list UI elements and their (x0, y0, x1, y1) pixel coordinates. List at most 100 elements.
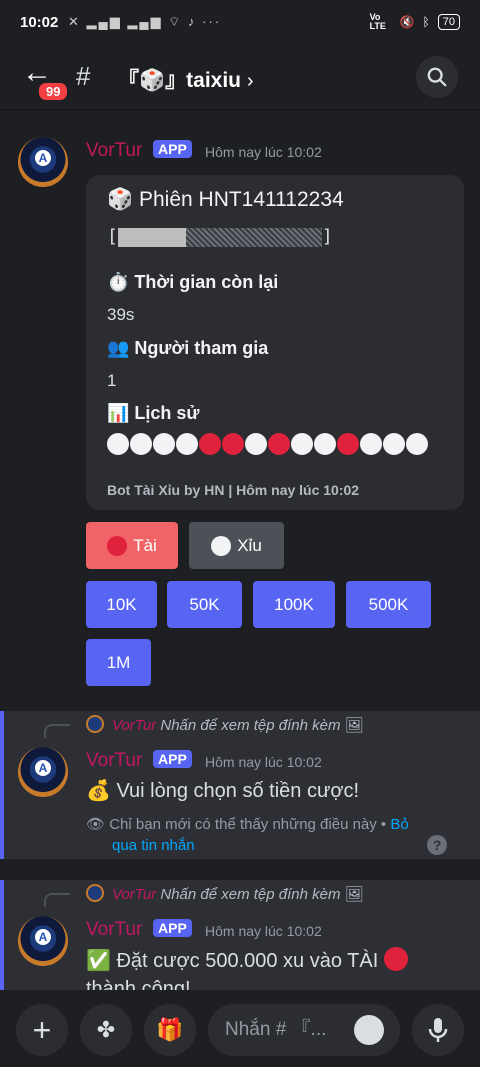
history-dot-white (383, 433, 405, 455)
emoji-icon[interactable] (354, 1015, 384, 1045)
progress-bar: [] (107, 226, 333, 247)
image-icon: 🖼 (344, 717, 364, 734)
history-dot-white (176, 433, 198, 455)
xiu-button[interactable]: Xỉu (189, 522, 284, 569)
reply-text: Nhấn để xem tệp đính kèm (160, 886, 341, 903)
time-label: ⏱️ Thời gian còn lại (107, 272, 279, 292)
eye-icon: 👁 (86, 816, 106, 833)
avatar[interactable]: A (18, 916, 68, 966)
battery-icon: 70 (437, 14, 460, 30)
message-text: 💰 Vui lòng chọn số tiền cược! (86, 780, 360, 802)
channel-name[interactable]: 『🎲』taixiu › (118, 64, 254, 94)
history-dot-red (222, 433, 244, 455)
status-icons: ✕ ▂▄▆ ▂▄▆ ⌔ ♪ ··· (68, 14, 222, 29)
tai-button[interactable]: Tài (86, 522, 178, 569)
avatar[interactable]: A (18, 137, 68, 187)
history-dot-red (199, 433, 221, 455)
reply-preview[interactable]: VorTur Nhấn để xem tệp đính kèm 🖼 (112, 885, 364, 903)
history-dot-white (130, 433, 152, 455)
microphone-icon (428, 1018, 448, 1042)
app-badge: APP (153, 919, 192, 937)
channel-header: ← 99 # 『🎲』taixiu › (0, 46, 480, 110)
highlight-bar (0, 711, 4, 859)
bar-bracket-right: ] (321, 226, 333, 247)
status-bar: 10:02 ✕ ▂▄▆ ▂▄▆ ⌔ ♪ ··· Vo LTE 🔇 ᛒ 70 (0, 0, 480, 46)
history-dot-white (245, 433, 267, 455)
unread-badge: 99 (36, 80, 71, 103)
reply-text: Nhấn để xem tệp đính kèm (160, 717, 341, 734)
app-badge: APP (153, 140, 192, 158)
tai-label: Tài (133, 535, 157, 555)
clock: 10:02 (20, 14, 59, 31)
system-icons: Vo LTE 🔇 ᛒ 70 (370, 13, 460, 31)
reply-connector (44, 724, 70, 738)
history-dot-white (406, 433, 428, 455)
composer-bar: + ✤ 🎁 Nhắn # 『... (0, 990, 480, 1067)
dismiss-link-cont[interactable]: qua tin nhắn (112, 837, 195, 854)
bet-50k-button[interactable]: 50K (167, 581, 242, 628)
reply-connector (44, 893, 70, 907)
timestamp: Hôm nay lúc 10:02 (205, 923, 322, 939)
progress-fill (117, 227, 186, 247)
history-dot-white (107, 433, 129, 455)
message-text: ✅ Đặt cược 500.000 xu vào TÀI (86, 947, 408, 973)
history-dot-white (153, 433, 175, 455)
white-circle-icon (211, 535, 232, 556)
players-label: 👥 Người tham gia (107, 338, 269, 358)
apps-button[interactable]: ✤ (80, 1004, 132, 1056)
gift-icon: 🎁 (156, 1017, 184, 1042)
apps-icon: ✤ (96, 1017, 116, 1042)
chevron-right-icon: › (246, 70, 254, 92)
history-dot-white (314, 433, 336, 455)
reply-preview[interactable]: VorTur Nhấn để xem tệp đính kèm 🖼 (112, 716, 364, 734)
highlight-bar (0, 880, 4, 990)
bet-100k-button[interactable]: 100K (253, 581, 335, 628)
plus-icon: + (32, 1012, 52, 1048)
reply-author: VorTur (112, 717, 157, 734)
avatar[interactable]: A (18, 747, 68, 797)
history-dot-red (337, 433, 359, 455)
bluetooth-icon: ᛒ (422, 15, 430, 29)
mute-icon: 🔇 (399, 15, 415, 29)
history-dot-red (268, 433, 290, 455)
volte-icon: Vo LTE (369, 12, 386, 31)
embed-title: 🎲 Phiên HNT141112234 (107, 188, 344, 211)
image-icon: 🖼 (344, 886, 364, 903)
notice-text: Chỉ bạn mới có thể thấy những điều này • (109, 816, 387, 833)
voice-button[interactable] (412, 1004, 464, 1056)
author-name[interactable]: VorTur (86, 140, 142, 162)
dismiss-link[interactable]: Bỏ (390, 816, 408, 833)
time-value: 39s (107, 305, 135, 324)
reply-avatar (86, 715, 104, 733)
channel-name-text: 『🎲』taixiu (118, 69, 241, 92)
search-button[interactable] (416, 56, 458, 98)
author-name[interactable]: VorTur (86, 750, 142, 772)
channel-hash-icon: # (76, 61, 91, 91)
add-button[interactable]: + (16, 1004, 68, 1056)
progress-empty (185, 227, 322, 247)
history-dot-white (291, 433, 313, 455)
red-circle-icon (383, 947, 408, 971)
timestamp: Hôm nay lúc 10:02 (205, 144, 322, 160)
xiu-label: Xỉu (237, 535, 262, 555)
bet-500k-button[interactable]: 500K (346, 581, 431, 628)
help-icon[interactable]: ? (427, 835, 447, 855)
history-dots (107, 433, 428, 455)
history-dot-white (360, 433, 382, 455)
app-badge: APP (153, 750, 192, 768)
embed-footer: Bot Tài Xỉu by HN | Hôm nay lúc 10:02 (107, 482, 360, 498)
history-label: 📊 Lịch sử (107, 403, 200, 423)
reply-author: VorTur (112, 886, 157, 903)
red-circle-icon (107, 535, 128, 556)
bet-10k-button[interactable]: 10K (86, 581, 157, 628)
reply-avatar (86, 884, 104, 902)
gift-button[interactable]: 🎁 (144, 1004, 196, 1056)
bar-bracket-left: [ (107, 226, 118, 247)
timestamp: Hôm nay lúc 10:02 (205, 754, 322, 770)
players-value: 1 (107, 371, 117, 390)
message-text-main: ✅ Đặt cược 500.000 xu vào TÀI (86, 950, 379, 972)
search-icon (427, 67, 447, 87)
author-name[interactable]: VorTur (86, 919, 142, 941)
bet-1m-button[interactable]: 1M (86, 639, 151, 686)
ephemeral-notice: 👁 Chỉ bạn mới có thể thấy những điều này… (86, 815, 409, 833)
